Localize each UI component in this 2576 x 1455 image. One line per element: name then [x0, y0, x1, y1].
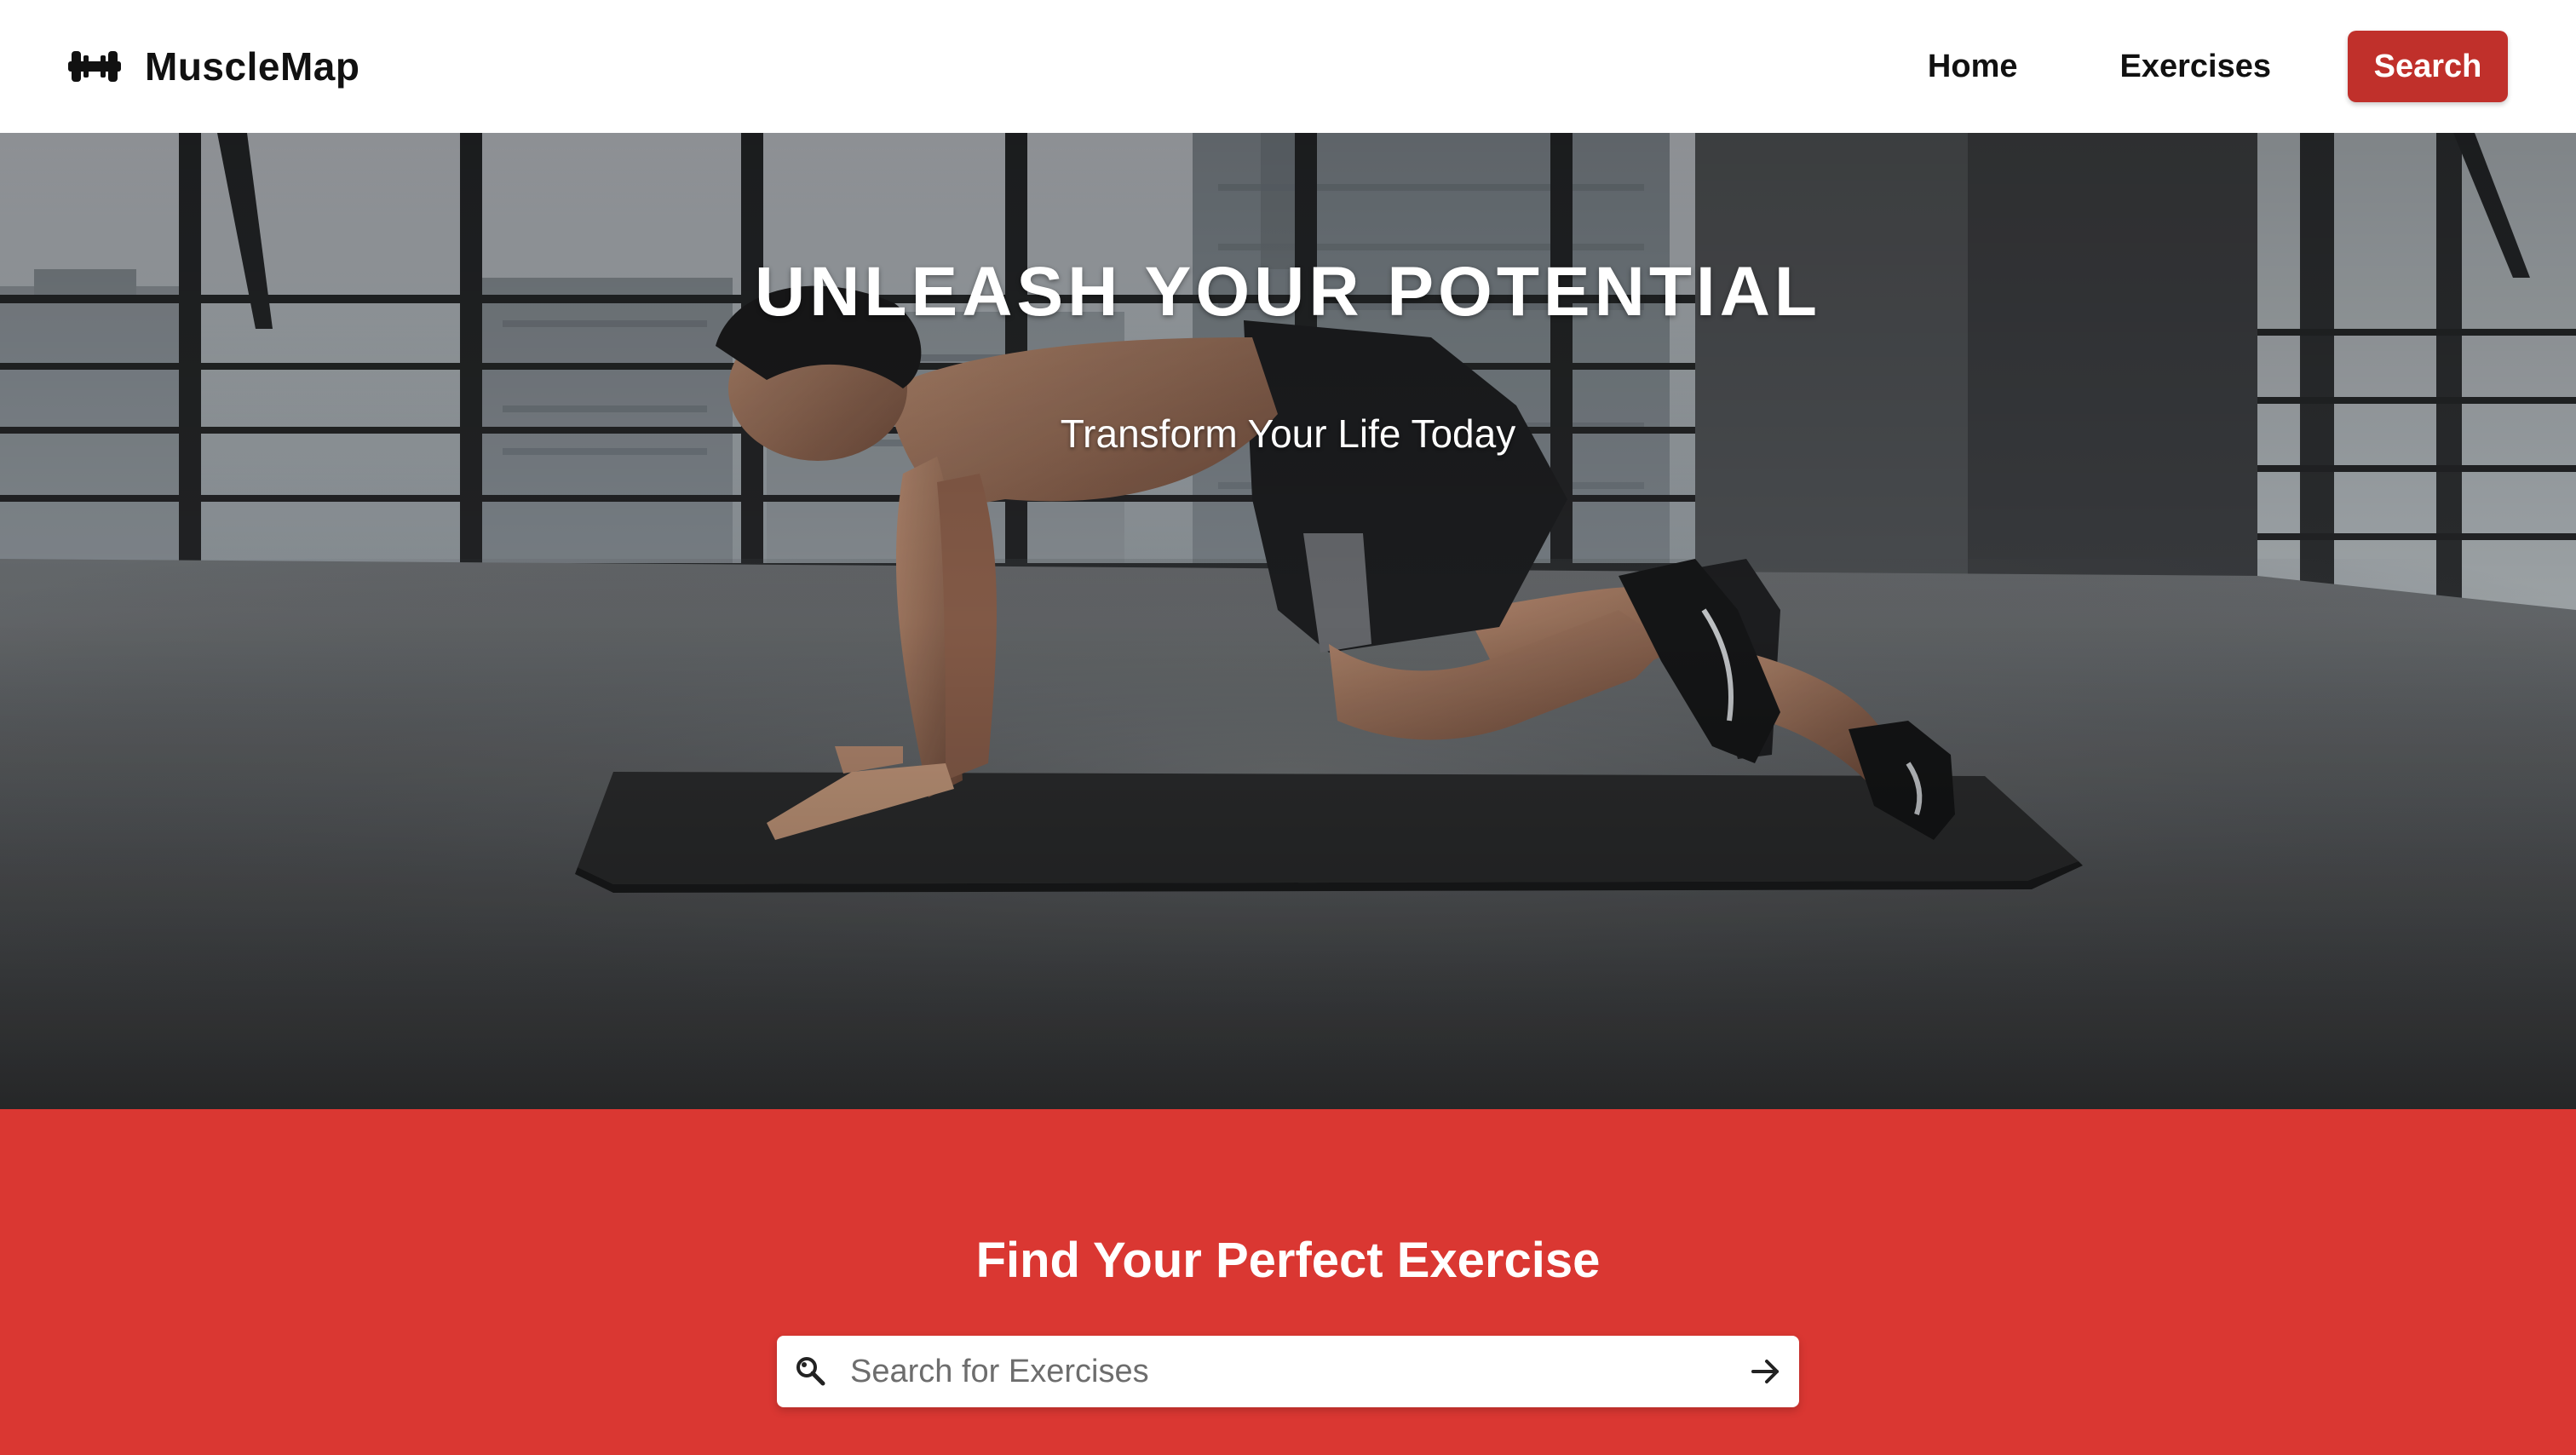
brand[interactable]: MuscleMap [68, 43, 359, 89]
arrow-right-icon[interactable] [1748, 1354, 1784, 1389]
magnifier-icon [796, 1357, 825, 1386]
dumbbell-icon [68, 51, 121, 82]
hero-banner: UNLEASH YOUR POTENTIAL Transform Your Li… [0, 133, 2576, 1109]
nav-search-button[interactable]: Search [2348, 31, 2508, 102]
search-section-heading: Find Your Perfect Exercise [975, 1233, 1601, 1288]
nav-exercises-link[interactable]: Exercises [2120, 49, 2272, 85]
exercise-search-section: Find Your Perfect Exercise [0, 1109, 2576, 1455]
exercise-search-bar[interactable] [777, 1336, 1799, 1407]
nav-home-link[interactable]: Home [1928, 49, 2018, 85]
nav-links: Home Exercises Search [1826, 31, 2508, 102]
brand-name: MuscleMap [145, 44, 360, 89]
hero-title: UNLEASH YOUR POTENTIAL [755, 253, 1821, 331]
top-navbar: MuscleMap Home Exercises Search [0, 0, 2576, 133]
hero-subtitle: Transform Your Life Today [1060, 411, 1516, 456]
exercise-search-input[interactable] [828, 1336, 1748, 1407]
